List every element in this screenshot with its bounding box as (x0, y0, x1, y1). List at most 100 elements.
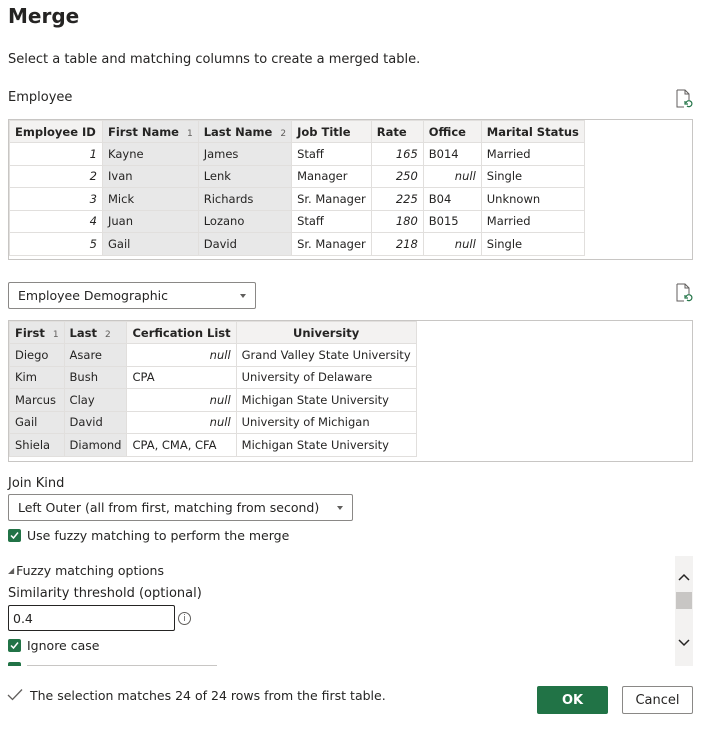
checkmark-icon (8, 529, 21, 542)
table-cell: Lozano (197, 209, 293, 233)
table-cell: Michigan State University (235, 433, 417, 457)
ignore-case-label: Ignore case (27, 638, 100, 653)
column-header[interactable]: First Name 1 (102, 120, 199, 143)
join-kind-label: Join Kind (8, 476, 65, 491)
column-header-label: University (293, 325, 360, 340)
chevron-down-icon (240, 293, 246, 298)
column-header[interactable]: First 1 (9, 321, 65, 344)
column-header[interactable]: Employee ID (9, 120, 103, 143)
table-cell: Diego (9, 343, 65, 367)
cancel-button[interactable]: Cancel (622, 686, 693, 714)
table-row: 5 Gail David Sr. Manager 218 null Single (9, 232, 585, 256)
table-cell: 180 (370, 209, 424, 233)
table-cell: B015 (422, 209, 482, 233)
fuzzy-options-label: Fuzzy matching options (16, 563, 164, 578)
table-cell: Clay (63, 388, 128, 412)
join-kind-select-value: Left Outer (all from first, matching fro… (18, 500, 320, 515)
match-order-badge: 1 (52, 329, 59, 340)
checkmark-icon (7, 689, 23, 701)
column-header[interactable]: Marital Status (480, 120, 585, 143)
table-cell: null (126, 343, 237, 367)
table-cell: 225 (370, 187, 424, 211)
table-row: 3 Mick Richards Sr. Manager 225 B04 Unknown (9, 187, 585, 211)
refresh-first-table-button[interactable] (675, 89, 693, 112)
table-cell: Sr. Manager (291, 232, 372, 256)
second-table-select-value: Employee Demographic (18, 288, 168, 303)
chevron-up-icon[interactable] (677, 572, 691, 582)
table-cell: 250 (370, 164, 424, 188)
table-cell: Shiela (9, 433, 65, 457)
table-cell: CPA (126, 365, 237, 389)
table-row: Kim Bush CPA University of Delaware (9, 365, 417, 389)
column-header-label: First Name (108, 124, 179, 139)
table-cell: Bush (63, 365, 128, 389)
dialog-description: Select a table and matching columns to c… (8, 52, 421, 67)
fuzzy-options-toggle[interactable]: ◢ Fuzzy matching options (8, 563, 164, 578)
column-header-label: Last (69, 325, 97, 340)
column-header[interactable]: Last Name 2 (197, 120, 293, 143)
ok-button[interactable]: OK (537, 686, 608, 714)
table-row: Marcus Clay null Michigan State University (9, 388, 417, 412)
fuzzy-matching-label: Use fuzzy matching to perform the merge (27, 528, 290, 543)
table-row: 2 Ivan Lenk Manager 250 null Single (9, 164, 585, 188)
document-refresh-icon (676, 89, 693, 108)
column-header-label: Employee ID (15, 124, 96, 139)
table-cell: Single (480, 232, 585, 256)
table-cell: James (197, 142, 293, 166)
table-cell: 1 (9, 142, 103, 166)
first-table-grid: Employee ID First Name 1 Last Name 2 Job Titl… (9, 120, 585, 256)
column-header-label: Marital Status (486, 124, 579, 139)
table-cell: B04 (422, 187, 482, 211)
refresh-second-table-button[interactable] (675, 283, 693, 306)
first-table-preview: Employee ID First Name 1 Last Name 2 Job Titl… (8, 119, 693, 260)
table-cell: Grand Valley State University (235, 343, 417, 367)
table-cell: Married (480, 142, 585, 166)
first-table-label: Employee (8, 90, 73, 105)
table-cell: Diamond (63, 433, 128, 457)
column-header[interactable]: University (235, 321, 417, 344)
table-cell: University of Delaware (235, 365, 417, 389)
column-header[interactable]: Office (422, 120, 482, 143)
table-cell: Gail (102, 232, 199, 256)
table-cell: 5 (9, 232, 103, 256)
table-cell: Manager (291, 164, 372, 188)
column-header-label: Job Title (297, 124, 351, 139)
column-header[interactable]: Cerfication List (126, 321, 237, 344)
table-cell: null (126, 410, 237, 434)
table-cell: null (126, 388, 237, 412)
ignore-case-checkbox[interactable]: Ignore case (8, 638, 99, 653)
table-cell: 165 (370, 142, 424, 166)
fuzzy-options-panel: ◢ Fuzzy matching options Similarity thre… (8, 556, 693, 666)
info-icon[interactable]: i (178, 612, 191, 625)
fuzzy-matching-checkbox[interactable]: Use fuzzy matching to perform the merge (8, 528, 289, 543)
table-cell: David (197, 232, 293, 256)
table-cell: 2 (9, 164, 103, 188)
threshold-label: Similarity threshold (optional) (8, 586, 202, 601)
join-kind-select[interactable]: Left Outer (all from first, matching fro… (8, 494, 353, 521)
table-row: 1 Kayne James Staff 165 B014 Married (9, 142, 585, 166)
clipped-option-row (27, 665, 217, 666)
column-header[interactable]: Last 2 (63, 321, 128, 344)
fuzzy-options-scrollbar[interactable] (675, 556, 693, 666)
chevron-down-icon[interactable] (677, 638, 691, 648)
table-cell: Gail (9, 410, 65, 434)
scrollbar-thumb[interactable] (676, 592, 692, 609)
table-cell: David (63, 410, 128, 434)
table-cell: B014 (422, 142, 482, 166)
column-header-label: Rate (376, 124, 407, 139)
table-cell: Marcus (9, 388, 65, 412)
second-table-select[interactable]: Employee Demographic (8, 282, 256, 309)
triangle-collapse-icon: ◢ (8, 566, 15, 575)
partial-checkbox[interactable] (8, 662, 21, 666)
table-cell: Staff (291, 209, 372, 233)
table-cell: CPA, CMA, CFA (126, 433, 237, 457)
table-row: Diego Asare null Grand Valley State Univers… (9, 343, 417, 367)
threshold-input[interactable] (8, 605, 175, 631)
checkmark-icon (8, 639, 21, 652)
table-cell: Lenk (197, 164, 293, 188)
table-cell: Asare (63, 343, 128, 367)
table-row: Gail David null University of Michigan (9, 410, 417, 434)
table-cell: 218 (370, 232, 424, 256)
column-header[interactable]: Job Title (291, 120, 372, 143)
column-header[interactable]: Rate (370, 120, 424, 143)
